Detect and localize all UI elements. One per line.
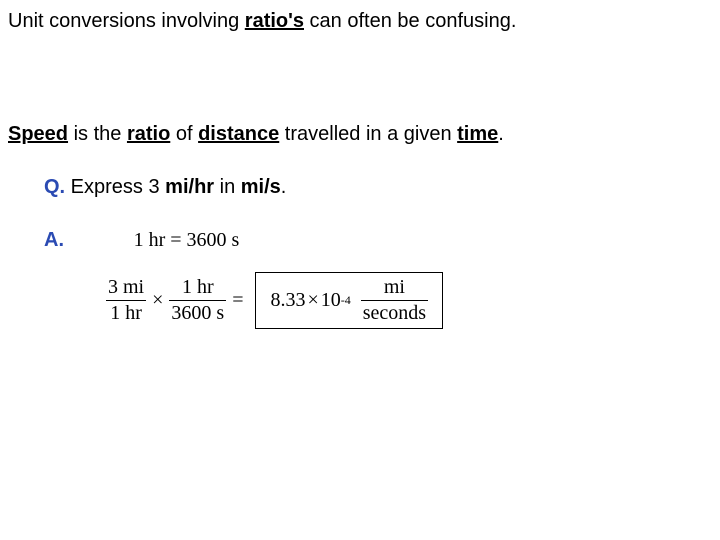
intro-post: can often be confusing. [304, 10, 516, 32]
intro-keyword-ratios: ratio's [245, 10, 304, 32]
frac1-num: 3 mi [106, 277, 146, 298]
slide: Unit conversions involving ratio's can o… [0, 0, 720, 540]
kw-distance: distance [198, 123, 279, 145]
frac1-den: 1 hr [108, 303, 144, 324]
equals-symbol: = [226, 289, 249, 312]
intro-pre: Unit conversions involving [8, 10, 245, 32]
question-unit-to: mi/s [241, 176, 281, 198]
fraction-3mi-per-hr: 3 mi 1 hr [106, 277, 146, 324]
t3: travelled in a given [279, 123, 457, 145]
result-base: 10 [321, 289, 341, 312]
kw-ratio: ratio [127, 123, 170, 145]
question-pre: Express 3 [65, 176, 165, 198]
intro-line: Unit conversions involving ratio's can o… [8, 10, 712, 33]
question-post: . [281, 176, 287, 198]
fraction-bar-icon [106, 300, 146, 301]
hour-to-seconds-eq: 1 hr = 3600 s [134, 229, 240, 252]
fraction-1hr-per-3600s: 1 hr 3600 s [169, 277, 226, 324]
conversion-equation: 3 mi 1 hr × 1 hr 3600 s = 8.33×10-4 mi s… [106, 272, 712, 329]
question-unit-from: mi/hr [165, 176, 214, 198]
question-label: Q. [44, 176, 65, 198]
answer-label: A. [44, 229, 64, 251]
frac2-num: 1 hr [180, 277, 216, 298]
result-box: 8.33×10-4 mi seconds [255, 272, 443, 329]
result-exponent: -4 [341, 293, 351, 308]
result-unit-num: mi [382, 277, 407, 298]
frac2-den: 3600 s [169, 303, 226, 324]
fraction-bar-icon [361, 300, 428, 301]
kw-time: time [457, 123, 498, 145]
answer-line: A. 1 hr = 3600 s [44, 229, 712, 252]
t1: is the [68, 123, 127, 145]
result-unit-den: seconds [361, 303, 428, 324]
times-symbol: × [146, 289, 169, 312]
speed-definition-line: Speed is the ratio of distance travelled… [8, 123, 712, 146]
fraction-bar-icon [169, 300, 226, 301]
question-line: Q. Express 3 mi/hr in mi/s. [44, 176, 712, 199]
result-coeff: 8.33 [270, 289, 305, 312]
t2: of [170, 123, 198, 145]
kw-speed: Speed [8, 123, 68, 145]
result-unit-fraction: mi seconds [361, 277, 428, 324]
question-mid: in [214, 176, 241, 198]
result-times: × [305, 289, 320, 312]
t4: . [498, 123, 504, 145]
